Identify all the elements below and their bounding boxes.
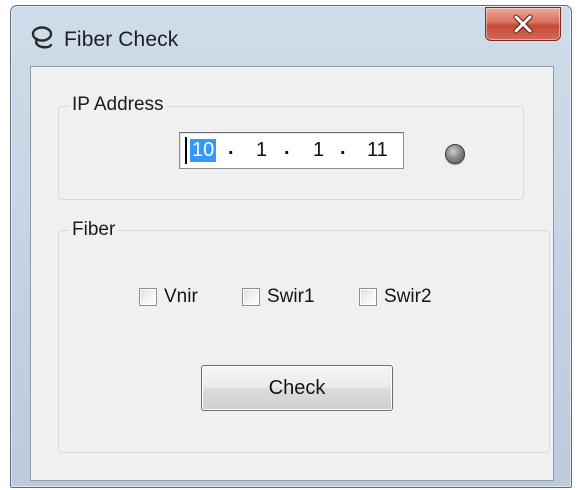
text-caret [185,137,187,164]
window-title: Fiber Check [64,28,179,51]
checkbox-box[interactable] [359,288,377,306]
swir2-checkbox-label[interactable]: Swir2 [384,286,432,308]
connection-status-led [445,144,465,164]
dialog-window: Fiber Check IP Address 10 . 1 . 1 . 11 F… [10,5,572,488]
check-button[interactable]: Check [201,365,393,411]
fiber-loop-icon [31,26,53,50]
swir1-checkbox-label[interactable]: Swir1 [267,286,315,308]
fiber-group-label: Fiber [69,219,119,241]
title-bar[interactable]: Fiber Check [11,6,571,62]
ip-octet-4[interactable]: 11 [367,139,388,162]
vnir-checkbox-label[interactable]: Vnir [164,286,198,308]
ip-octet-2[interactable]: 1 [256,139,267,162]
ip-octet-1[interactable]: 10 [190,139,217,162]
checkbox-box[interactable] [139,288,157,306]
ip-octet-3[interactable]: 1 [313,139,324,162]
ip-address-input[interactable]: 10 . 1 . 1 . 11 [179,132,404,169]
ip-separator: . [284,137,290,159]
ip-address-group-label: IP Address [69,94,167,116]
dialog-client-area: IP Address 10 . 1 . 1 . 11 Fiber Vnir Sw… [30,66,554,481]
close-button[interactable] [485,7,561,41]
checkbox-box[interactable] [242,288,260,306]
fiber-group [58,230,550,453]
ip-separator: . [340,137,346,159]
ip-separator: . [228,137,234,159]
